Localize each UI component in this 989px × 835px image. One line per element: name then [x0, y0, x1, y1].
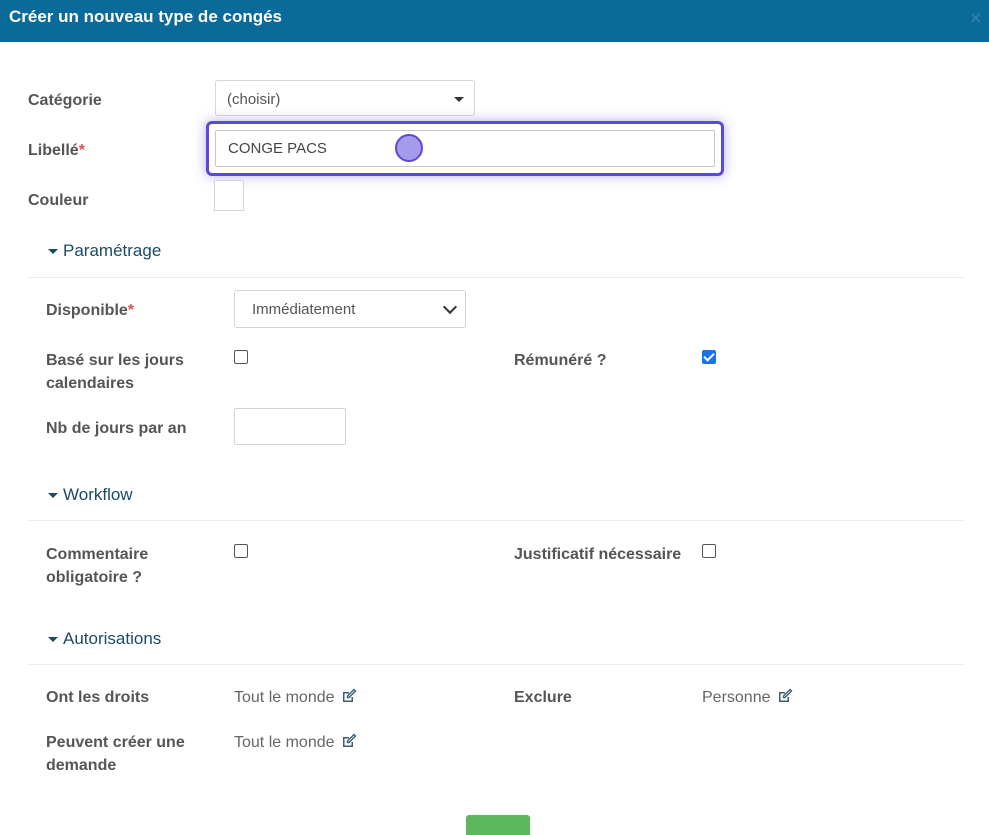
disponible-value: Immédiatement	[252, 301, 356, 318]
color-picker[interactable]	[214, 180, 244, 211]
commentaire-label: Commentaire obligatoire ?	[46, 546, 149, 586]
caret-down-icon	[48, 249, 58, 255]
divider	[28, 520, 964, 521]
caret-down-icon	[48, 493, 58, 499]
categorie-label: Catégorie	[28, 92, 102, 109]
chevron-down-icon	[442, 299, 458, 315]
section-workflow[interactable]: Workflow	[48, 485, 133, 505]
justificatif-label: Justificatif nécessaire	[514, 546, 682, 563]
categorie-select[interactable]: (choisir)	[215, 80, 475, 116]
caret-down-icon	[48, 637, 58, 643]
dialog-header: Créer un nouveau type de congés ×	[0, 0, 989, 42]
edit-icon[interactable]	[341, 733, 357, 754]
section-parametrage[interactable]: Paramétrage	[48, 241, 161, 261]
edit-icon[interactable]	[341, 688, 357, 709]
creer-value[interactable]: Tout le monde	[234, 733, 357, 754]
jours-calendaires-checkbox[interactable]	[234, 350, 248, 364]
section-autorisations[interactable]: Autorisations	[48, 629, 161, 649]
categorie-value: (choisir)	[227, 91, 281, 108]
droits-label: Ont les droits	[46, 689, 150, 706]
divider	[28, 277, 964, 278]
jours-calendaires-label: Basé sur les jours calendaires	[46, 352, 184, 392]
required-mark: *	[78, 142, 85, 159]
commentaire-checkbox[interactable]	[234, 544, 248, 558]
exclure-label: Exclure	[514, 689, 572, 706]
libelle-label: Libellé*	[28, 142, 85, 159]
edit-icon[interactable]	[777, 688, 793, 709]
divider	[28, 664, 964, 665]
disponible-select[interactable]: Immédiatement	[234, 290, 466, 328]
nb-jours-label: Nb de jours par an	[46, 420, 187, 437]
caret-down-icon	[454, 97, 464, 102]
save-button[interactable]	[466, 815, 530, 835]
dialog-title: Créer un nouveau type de congés	[9, 7, 283, 26]
couleur-label: Couleur	[28, 192, 89, 209]
justificatif-checkbox[interactable]	[702, 544, 716, 558]
droits-value[interactable]: Tout le monde	[234, 688, 357, 709]
nb-jours-input[interactable]	[234, 408, 346, 445]
pointer-indicator	[395, 134, 423, 162]
remunere-label: Rémunéré ?	[514, 352, 607, 369]
exclure-value[interactable]: Personne	[702, 688, 793, 709]
creer-label: Peuvent créer une demande	[46, 734, 185, 774]
disponible-label: Disponible*	[46, 302, 135, 319]
remunere-checkbox[interactable]	[702, 350, 716, 364]
libelle-input[interactable]	[215, 130, 715, 167]
close-icon[interactable]: ×	[970, 8, 981, 29]
